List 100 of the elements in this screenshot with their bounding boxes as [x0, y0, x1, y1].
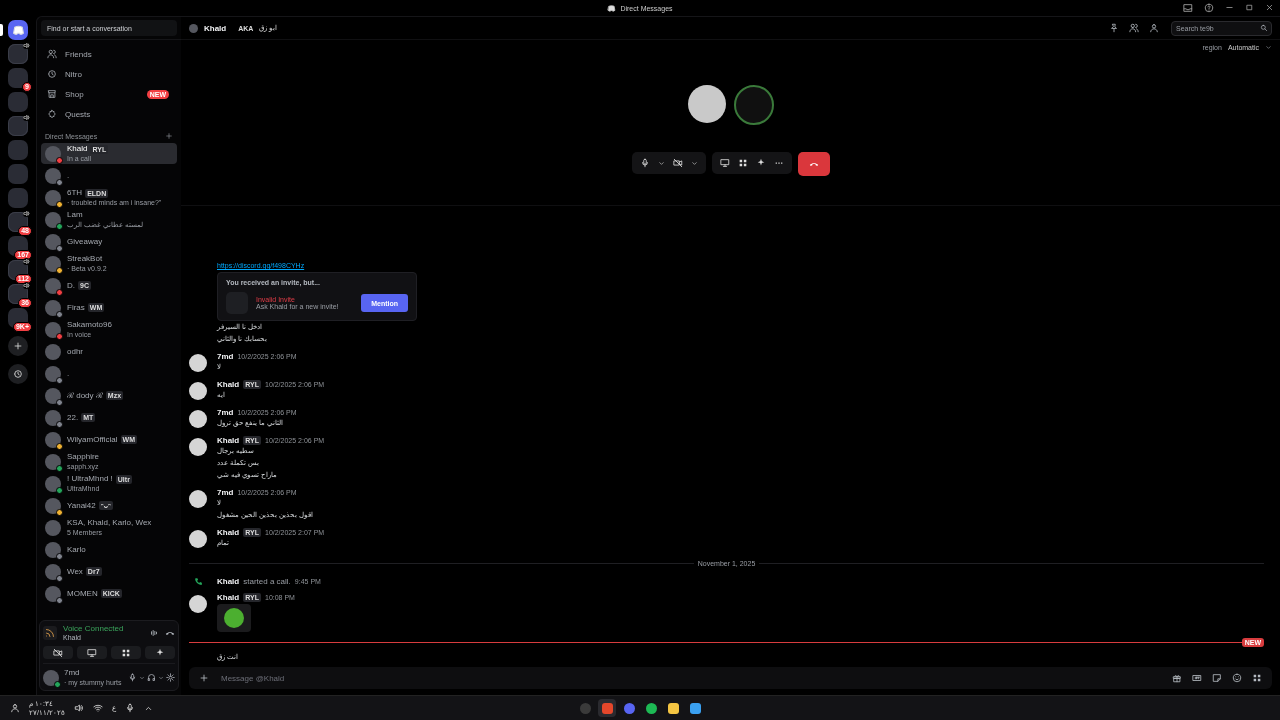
author-name[interactable]: 7md	[217, 408, 234, 417]
server-icon[interactable]	[8, 68, 28, 88]
avatar[interactable]	[189, 595, 207, 613]
nav-item[interactable]: Quests	[41, 104, 177, 124]
dm-item[interactable]: .	[41, 165, 177, 186]
avatar[interactable]	[189, 530, 207, 548]
settings-icon[interactable]	[166, 673, 175, 682]
avatar	[45, 189, 61, 206]
mic-icon	[639, 158, 650, 168]
dm-name: .	[67, 170, 70, 181]
dm-name: Khald	[67, 144, 88, 154]
grid-icon	[121, 647, 131, 658]
grid-icon[interactable]	[737, 158, 748, 168]
camera-button[interactable]	[43, 646, 73, 659]
quests-icon	[47, 109, 57, 119]
mic-button[interactable]	[631, 152, 706, 174]
gif-icon[interactable]	[1192, 673, 1202, 683]
avatar	[45, 233, 61, 250]
message-field[interactable]: Message @Khald	[219, 672, 1162, 684]
camera-off-icon	[672, 158, 683, 168]
user-name: 7md	[64, 668, 81, 678]
add-friend-icon[interactable]	[1129, 23, 1139, 33]
soundboard-button[interactable]	[145, 646, 175, 659]
volume-icon[interactable]	[73, 703, 84, 713]
apps-icon[interactable]	[1252, 673, 1262, 683]
close-icon[interactable]	[1265, 3, 1274, 12]
home-button[interactable]	[8, 20, 28, 40]
app-icon	[667, 702, 679, 714]
dm-item[interactable]: Karlo	[41, 539, 177, 560]
author-name[interactable]: Khald	[217, 593, 240, 602]
server-icon[interactable]	[8, 308, 28, 328]
friends-icon	[47, 49, 57, 59]
pin-icon[interactable]	[1109, 23, 1119, 33]
activities-button[interactable]	[111, 646, 141, 659]
author-name[interactable]: 7md	[217, 352, 234, 361]
nav-item[interactable]: Nitro	[41, 64, 177, 84]
avatar[interactable]	[189, 438, 207, 456]
plus-icon[interactable]	[199, 673, 209, 683]
avatar	[45, 431, 61, 448]
plus-icon[interactable]	[165, 132, 173, 140]
app-icon	[689, 702, 701, 714]
caret-icon	[657, 159, 665, 167]
gift-icon[interactable]	[1172, 673, 1182, 683]
server-icon[interactable]	[8, 212, 28, 232]
emoji-icon[interactable]	[1232, 673, 1242, 683]
app-icon	[601, 702, 613, 714]
avatar	[45, 255, 61, 272]
phone-icon	[193, 577, 203, 586]
avatar	[45, 299, 61, 316]
discover-button[interactable]	[8, 364, 28, 384]
nav-item[interactable]: Friends	[41, 44, 177, 64]
inbox-icon[interactable]	[1183, 3, 1193, 13]
server-icon[interactable]	[8, 236, 28, 256]
dm-name: MOMEN	[67, 588, 98, 599]
hang-up-button[interactable]	[797, 152, 830, 176]
message-composer[interactable]: Message @Khald	[189, 667, 1272, 689]
avatar	[45, 387, 61, 404]
wifi-icon[interactable]	[92, 703, 103, 713]
voice-status: Voice Connected	[63, 624, 125, 633]
logo-icon	[607, 3, 617, 13]
avatar	[45, 453, 61, 470]
mic-icon[interactable]	[128, 673, 137, 682]
sticker-icon[interactable]	[1212, 673, 1222, 683]
avatar[interactable]	[189, 354, 207, 372]
avatar	[45, 277, 61, 294]
dm-item[interactable]: Giveaway	[41, 231, 177, 252]
screen-share-button[interactable]	[77, 646, 107, 659]
avatar[interactable]	[189, 382, 207, 400]
dm-name: .	[67, 368, 70, 379]
add-server-button[interactable]	[8, 336, 28, 356]
dm-name: D.	[67, 280, 75, 291]
avatar[interactable]	[43, 669, 59, 686]
maximize-icon[interactable]	[1245, 3, 1254, 12]
author-name[interactable]: Khald	[217, 380, 240, 389]
avatar	[45, 541, 61, 558]
dm-item[interactable]: .	[41, 363, 177, 384]
camera-off-icon	[53, 647, 63, 658]
avatar[interactable]	[189, 490, 207, 508]
mic-icon[interactable]	[124, 703, 135, 713]
dm-name: ! UltraMhnd !	[67, 474, 113, 484]
app-icon	[645, 702, 657, 714]
screen-icon[interactable]	[719, 158, 730, 168]
avatar	[45, 365, 61, 382]
plus-icon	[13, 341, 23, 351]
server-icon[interactable]	[8, 284, 28, 304]
avatar[interactable]	[189, 410, 207, 428]
dm-item[interactable]: odhr	[41, 341, 177, 362]
sound-wave-icon[interactable]	[149, 628, 159, 638]
help-icon[interactable]	[1204, 3, 1214, 13]
avatar	[45, 167, 61, 184]
author-name[interactable]: Khald	[217, 528, 240, 537]
dm-name: KSA, Khald, Karlo, Wex	[67, 518, 152, 528]
author-name[interactable]: Khald	[217, 436, 240, 445]
dm-name: Lam	[67, 210, 83, 220]
person-icon[interactable]	[10, 703, 20, 713]
author-name[interactable]: 7md	[217, 488, 234, 497]
headphones-icon[interactable]	[147, 673, 156, 682]
avatar	[189, 23, 198, 33]
author-name[interactable]: Khald	[217, 577, 240, 586]
profile-icon[interactable]	[1149, 23, 1159, 33]
